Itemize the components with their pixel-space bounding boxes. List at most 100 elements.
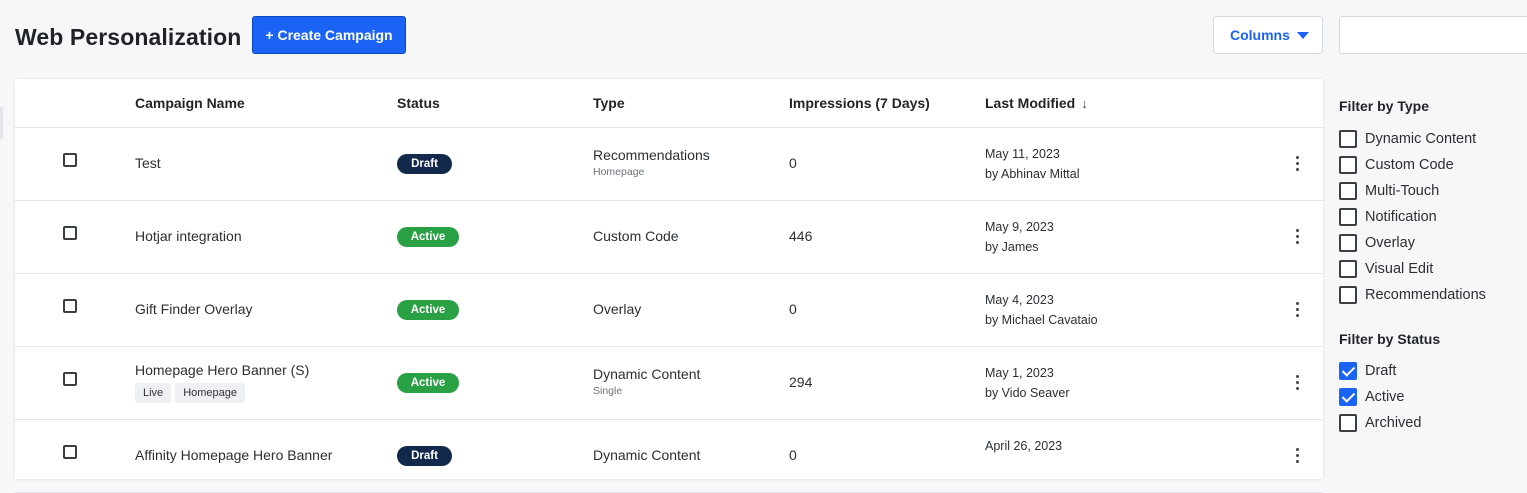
column-header-impressions[interactable]: Impressions (7 Days) [789, 95, 930, 111]
impressions-cell: 0 [789, 447, 797, 463]
type-cell: Custom Code [593, 228, 679, 244]
table-row[interactable]: Test Draft Recommendations Homepage 0 Ma… [15, 128, 1323, 201]
campaign-name[interactable]: Hotjar integration [135, 228, 242, 244]
left-edge-handle [0, 107, 3, 139]
more-options-icon[interactable] [1296, 156, 1300, 172]
filter-status-active[interactable]: Active [1339, 387, 1405, 407]
filter-status-title: Filter by Status [1339, 331, 1441, 347]
campaign-name-cell[interactable]: Hotjar integration [135, 228, 242, 244]
column-header-name[interactable]: Campaign Name [135, 95, 245, 111]
row-checkbox[interactable] [63, 445, 77, 459]
more-options-icon[interactable] [1296, 448, 1300, 464]
campaign-name[interactable]: Gift Finder Overlay [135, 301, 252, 317]
modified-date: May 4, 2023 [985, 293, 1054, 307]
modified-by: by Vido Seaver [985, 386, 1070, 400]
campaign-type: Dynamic Content [593, 366, 701, 382]
campaign-tag: Homepage [175, 383, 246, 403]
columns-button[interactable]: Columns [1213, 16, 1323, 54]
modified-date: April 26, 2023 [985, 439, 1063, 453]
filter-type-visual-edit[interactable]: Visual Edit [1339, 259, 1433, 279]
search-input[interactable] [1339, 16, 1527, 54]
arrow-down-icon: ↓ [1081, 96, 1088, 111]
campaign-type: Overlay [593, 301, 642, 317]
campaign-name[interactable]: Homepage Hero Banner (S) [135, 362, 309, 378]
status-badge: Active [397, 373, 459, 393]
campaign-name[interactable]: Affinity Homepage Hero Banner [135, 447, 332, 463]
caret-down-icon [1297, 32, 1309, 39]
filter-status-archived[interactable]: Archived [1339, 413, 1421, 433]
filter-label: Multi-Touch [1365, 183, 1440, 199]
type-cell: Recommendations Homepage [593, 147, 710, 178]
status-badge: Draft [397, 446, 452, 466]
modified-by: by Michael Cavataio [985, 313, 1098, 327]
filter-type-custom-code[interactable]: Custom Code [1339, 155, 1454, 175]
table-row[interactable]: Gift Finder Overlay Active Overlay 0 May… [15, 274, 1323, 347]
impressions-cell: 0 [789, 155, 797, 171]
create-campaign-button[interactable]: + Create Campaign [252, 16, 406, 54]
filter-checkbox[interactable] [1339, 388, 1357, 406]
filter-type-dynamic-content[interactable]: Dynamic Content [1339, 129, 1476, 149]
filter-checkbox[interactable] [1339, 414, 1357, 432]
impressions-cell: 0 [789, 301, 797, 317]
status-badge: Active [397, 300, 459, 320]
table-row[interactable]: Affinity Homepage Hero Banner Draft Dyna… [15, 420, 1323, 493]
column-header-modified[interactable]: Last Modified ↓ [985, 95, 1088, 111]
last-modified-cell: May 4, 2023 by Michael Cavataio [985, 290, 1098, 330]
filter-type-title: Filter by Type [1339, 98, 1429, 114]
campaign-subtype: Single [593, 385, 623, 397]
campaign-type: Dynamic Content [593, 447, 701, 463]
more-options-icon[interactable] [1296, 229, 1300, 245]
filter-type-notification[interactable]: Notification [1339, 207, 1437, 227]
columns-label: Columns [1230, 27, 1290, 43]
campaign-subtype: Homepage [593, 166, 645, 178]
filter-type-recommendations[interactable]: Recommendations [1339, 285, 1486, 305]
table-body: Test Draft Recommendations Homepage 0 Ma… [15, 128, 1323, 493]
campaign-type: Custom Code [593, 228, 679, 244]
column-header-status[interactable]: Status [397, 95, 440, 111]
status-badge: Draft [397, 154, 452, 174]
type-cell: Dynamic Content Single [593, 366, 700, 397]
row-checkbox[interactable] [63, 153, 77, 167]
campaign-name[interactable]: Test [135, 155, 161, 171]
last-modified-cell: May 1, 2023 by Vido Seaver [985, 363, 1070, 403]
campaign-name-cell[interactable]: Test [135, 155, 161, 171]
type-cell: Overlay [593, 301, 641, 317]
table-row[interactable]: Homepage Hero Banner (S) Live Homepage Ac… [15, 347, 1323, 420]
row-checkbox[interactable] [63, 372, 77, 386]
modified-by: by James [985, 240, 1039, 254]
filter-checkbox[interactable] [1339, 182, 1357, 200]
campaign-name-cell[interactable]: Homepage Hero Banner (S) Live Homepage [135, 362, 309, 403]
filter-checkbox[interactable] [1339, 156, 1357, 174]
table-row[interactable]: Hotjar integration Active Custom Code 44… [15, 201, 1323, 274]
more-options-icon[interactable] [1296, 302, 1300, 318]
modified-date: May 9, 2023 [985, 220, 1054, 234]
filter-label: Notification [1365, 209, 1437, 225]
filter-type-overlay[interactable]: Overlay [1339, 233, 1415, 253]
filter-label: Dynamic Content [1365, 131, 1477, 147]
last-modified-cell: May 11, 2023 by Abhinav Mittal [985, 144, 1080, 184]
column-header-type[interactable]: Type [593, 95, 625, 111]
modified-date: May 11, 2023 [985, 147, 1060, 161]
filter-checkbox[interactable] [1339, 234, 1357, 252]
filter-checkbox[interactable] [1339, 260, 1357, 278]
row-checkbox[interactable] [63, 226, 77, 240]
impressions-cell: 446 [789, 228, 813, 244]
filter-label: Overlay [1365, 235, 1415, 251]
filter-status-draft[interactable]: Draft [1339, 361, 1396, 381]
campaign-name-cell[interactable]: Gift Finder Overlay [135, 301, 252, 317]
row-checkbox[interactable] [63, 299, 77, 313]
filter-label: Draft [1365, 363, 1397, 379]
impressions-cell: 294 [789, 374, 813, 390]
campaign-type: Recommendations [593, 147, 710, 163]
filter-type-multi-touch[interactable]: Multi-Touch [1339, 181, 1439, 201]
filter-checkbox[interactable] [1339, 208, 1357, 226]
campaign-name-cell[interactable]: Affinity Homepage Hero Banner [135, 447, 332, 463]
filter-label: Visual Edit [1365, 261, 1434, 277]
more-options-icon[interactable] [1296, 375, 1300, 391]
status-badge: Active [397, 227, 459, 247]
filter-checkbox[interactable] [1339, 286, 1357, 304]
filter-checkbox[interactable] [1339, 362, 1357, 380]
filter-label: Custom Code [1365, 157, 1454, 173]
filter-checkbox[interactable] [1339, 130, 1357, 148]
campaign-table: Campaign Name Status Type Impressions (7… [15, 79, 1323, 493]
